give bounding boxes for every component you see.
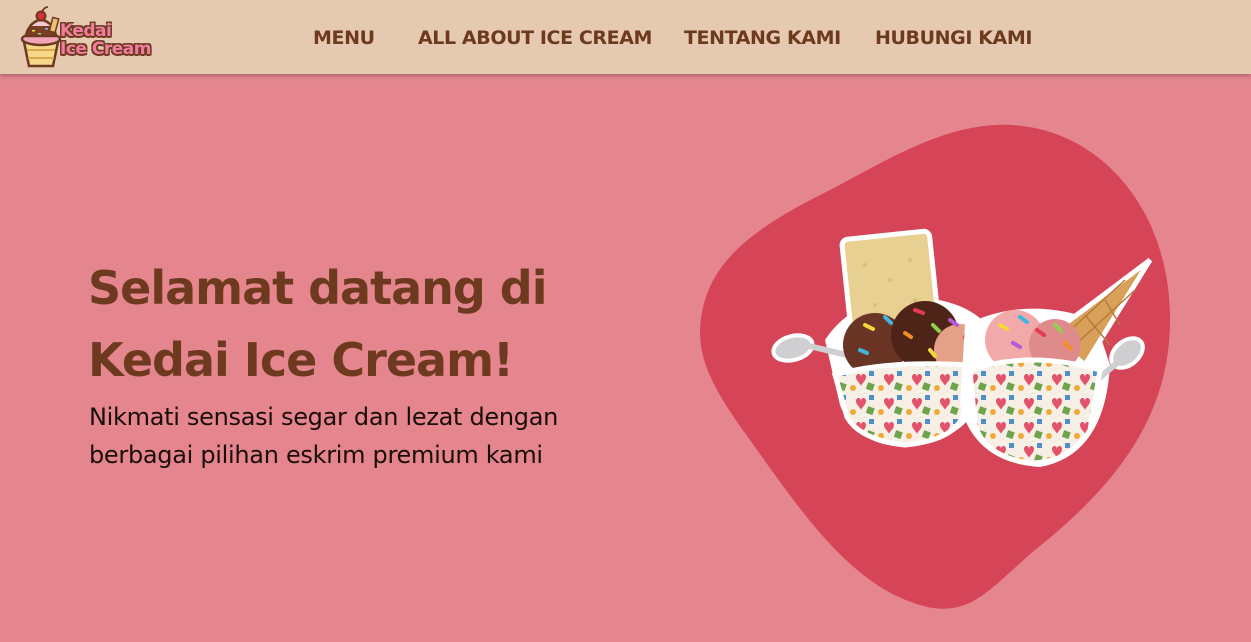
nav-link-all-about-ice-cream[interactable]: ALL ABOUT ICE CREAM: [418, 27, 652, 49]
hero-title-line-1: Selamat datang di: [88, 261, 548, 315]
nav-link-hubungi-kami[interactable]: HUBUNGI KAMI: [875, 27, 1032, 49]
nav-link-tentang-kami[interactable]: TENTANG KAMI: [684, 27, 841, 49]
nav-link-menu[interactable]: MENU: [313, 27, 375, 49]
right-ice-cream-cup: [960, 258, 1153, 467]
left-ice-cream-cup: [771, 228, 987, 448]
brand-logo[interactable]: Kedai Ice Cream: [18, 6, 168, 70]
hero-subtitle-line-1: Nikmati sensasi segar dan lezat dengan: [89, 403, 559, 431]
ice-cream-cups-image: [771, 228, 1153, 467]
hero-title: Selamat datang di Kedai Ice Cream!: [88, 252, 648, 396]
ice-cream-sundae-icon: [20, 6, 62, 68]
hero-subtitle-line-2: berbagai pilihan eskrim premium kami: [89, 441, 543, 469]
hero-subtitle: Nikmati sensasi segar dan lezat dengan b…: [89, 398, 649, 474]
hero-title-line-2: Kedai Ice Cream!: [88, 333, 514, 387]
brand-line-2: Ice Cream: [60, 39, 151, 59]
brand-line-1: Kedai: [60, 21, 112, 41]
brand-wordmark: Kedai Ice Cream: [60, 22, 151, 58]
navbar: Kedai Ice Cream MENU ALL ABOUT ICE CREAM…: [0, 0, 1251, 74]
